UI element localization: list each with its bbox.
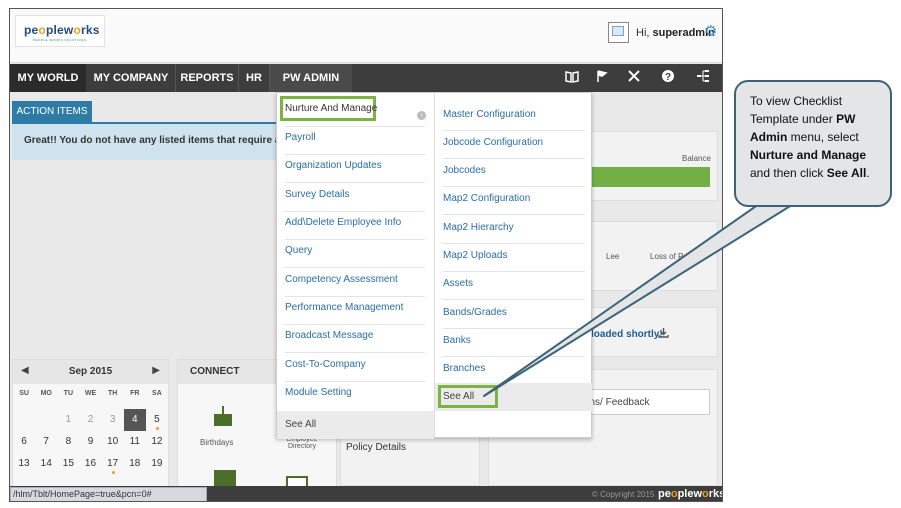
instruction-callout: To view Checklist Template under PW Admi… <box>734 80 892 207</box>
callout-pointer <box>483 194 809 397</box>
